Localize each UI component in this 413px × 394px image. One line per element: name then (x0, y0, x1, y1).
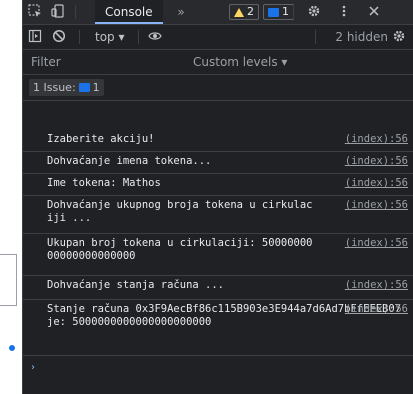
log-row: Dohvaćanje ukupnog broja tokena u cirkul… (23, 196, 413, 234)
toolbar-separator (138, 30, 139, 44)
log-source-link[interactable]: (index):56 (345, 237, 408, 250)
show-sidebar-icon[interactable] (27, 29, 43, 45)
tab-console[interactable]: Console (95, 0, 163, 24)
context-selector[interactable]: top ▾ (95, 25, 125, 49)
console-toolbar: top ▾ 2 hidden (23, 25, 413, 50)
log-message: Dohvaćanje imena tokena... (47, 155, 212, 167)
console-prompt-icon[interactable]: › (31, 362, 35, 373)
log-source-link[interactable]: (index):56 (345, 177, 408, 190)
devtools-panel: Console » 2 1 top ▾ 2 hidden Filter Cust… (22, 0, 413, 394)
log-source-link[interactable]: (index):56 (345, 133, 408, 146)
console-settings-gear-icon[interactable] (391, 29, 407, 45)
warning-icon (234, 7, 244, 17)
toolbar-separator (315, 30, 316, 44)
issues-button[interactable]: 1 Issue: 1 (29, 79, 104, 96)
hidden-messages-count: 2 hidden (335, 30, 388, 44)
page-edge (0, 0, 22, 394)
log-message: Dohvaćanje stanja računa ... (47, 279, 225, 291)
filter-bar: Custom levels ▾ (23, 50, 413, 75)
page-edge-dot (9, 345, 15, 351)
toolbar-separator (79, 30, 80, 44)
log-row: Dohvaćanje imena tokena... (index):56 (23, 152, 413, 174)
log-message: Dohvaćanje ukupnog broja tokena u cirkul… (47, 199, 313, 224)
tab-separator (293, 5, 294, 19)
device-toolbar-icon[interactable] (50, 4, 66, 20)
log-row: Stanje računa 0x3F9AecBf86c115B903e3E944… (23, 300, 413, 356)
log-levels-dropdown[interactable]: Custom levels ▾ (193, 50, 287, 74)
page-edge-box (0, 254, 17, 306)
more-options-icon[interactable] (336, 4, 352, 20)
filter-input[interactable] (25, 52, 185, 72)
more-tabs-icon[interactable]: » (173, 4, 189, 20)
clear-console-icon[interactable] (51, 29, 67, 45)
tab-separator (75, 5, 76, 19)
settings-gear-icon[interactable] (306, 4, 322, 20)
inspect-element-icon[interactable] (27, 4, 43, 20)
messages-badge[interactable]: 1 (263, 4, 294, 20)
issues-count: 1 (92, 81, 100, 94)
log-source-link[interactable]: (index):56 (345, 303, 408, 316)
issues-label: 1 Issue: (33, 81, 76, 94)
devtools-tab-bar: Console » 2 1 (23, 0, 413, 25)
issues-bar: 1 Issue: 1 (23, 75, 413, 101)
issue-message-icon (78, 83, 90, 92)
log-source-link[interactable]: (index):56 (345, 279, 408, 292)
warnings-count: 2 (247, 5, 254, 18)
log-source-link[interactable]: (index):56 (345, 155, 408, 168)
log-row: Ukupan broj tokena u cirkulaciji: 500000… (23, 234, 413, 276)
log-source-link[interactable]: (index):56 (345, 199, 408, 212)
close-devtools-icon[interactable] (366, 4, 382, 20)
log-row: Izaberite akciju! (index):56 (23, 130, 413, 152)
log-message: Izaberite akciju! (47, 133, 155, 145)
log-row: Dohvaćanje stanja računa ... (index):56 (23, 276, 413, 300)
log-message: Ukupan broj tokena u cirkulaciji: 500000… (47, 237, 313, 262)
log-row: Ime tokena: Mathos (index):56 (23, 174, 413, 196)
log-message: Ime tokena: Mathos (47, 177, 161, 189)
warnings-badge[interactable]: 2 (229, 4, 259, 20)
message-icon (268, 7, 279, 17)
live-expression-eye-icon[interactable] (147, 29, 163, 45)
messages-count: 1 (282, 5, 289, 18)
